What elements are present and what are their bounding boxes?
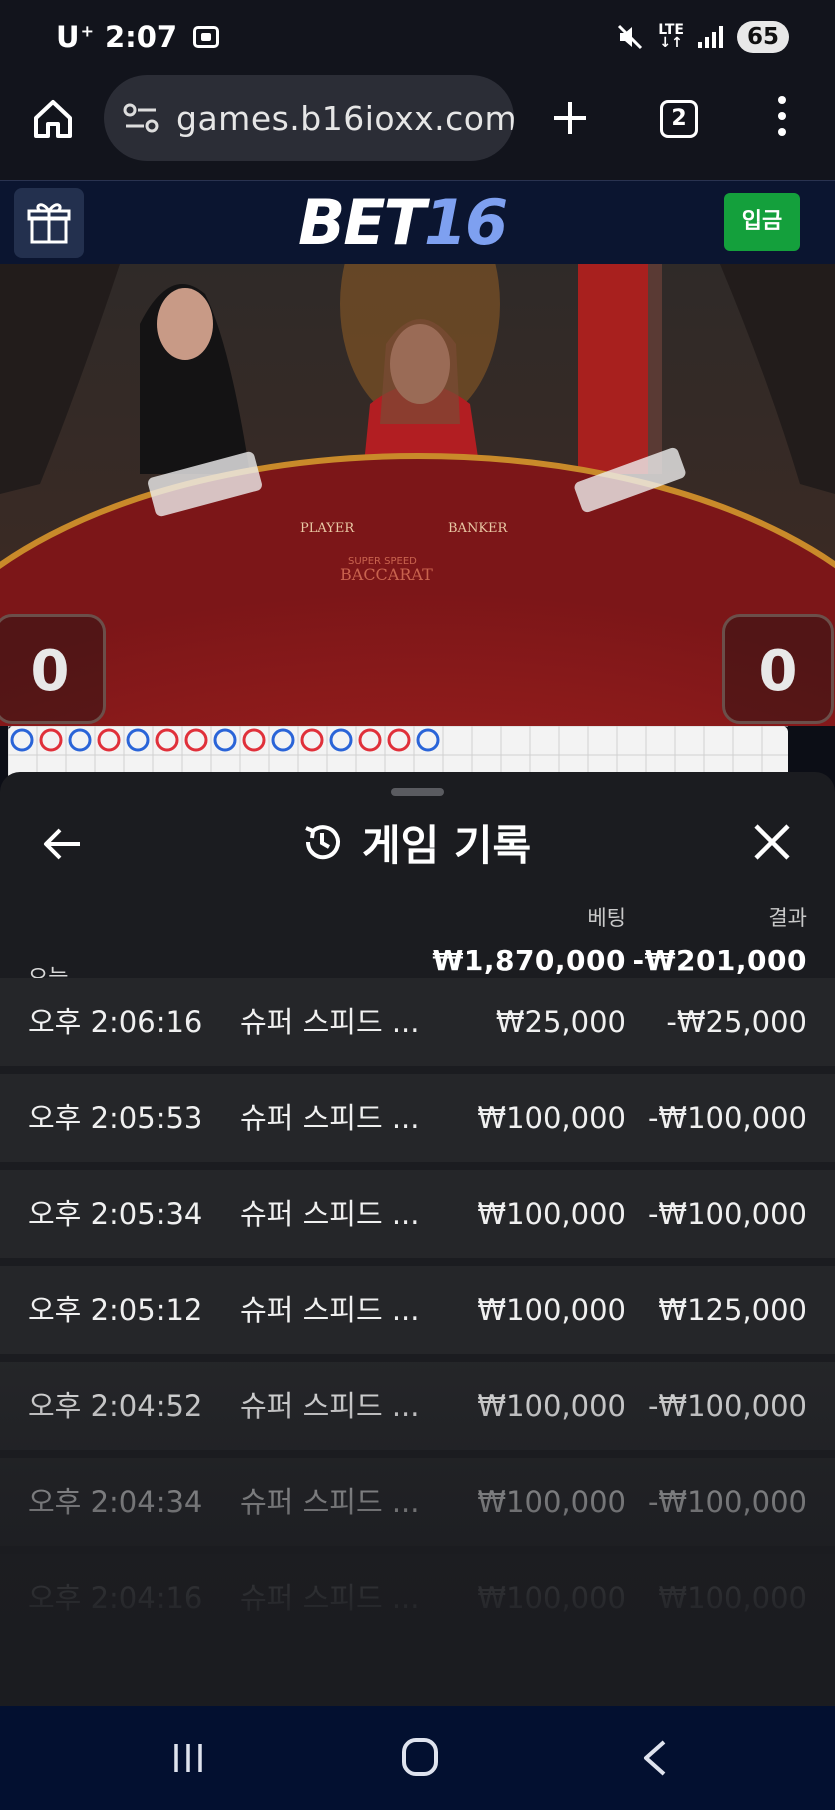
row-game: 슈퍼 스피드 ... xyxy=(240,1005,420,1039)
bead-road-marker xyxy=(184,728,208,752)
gift-icon xyxy=(27,203,71,244)
tab-switcher-button[interactable]: 2 xyxy=(660,100,698,138)
total-result: -₩201,000 xyxy=(632,944,807,977)
history-row[interactable]: 오후 2:05:34 슈퍼 스피드 ... ₩100,000 -₩100,000 xyxy=(0,1170,835,1258)
live-dealer-video[interactable]: PLAYER BANKER SUPER SPEED BACCARAT 0 0 xyxy=(0,264,835,726)
bead-road-marker xyxy=(242,728,266,752)
row-bet: ₩100,000 xyxy=(477,1197,626,1231)
row-bet: ₩25,000 xyxy=(495,1005,626,1039)
row-bet: ₩100,000 xyxy=(477,1389,626,1423)
row-result: -₩100,000 xyxy=(647,1485,807,1519)
bead-road-marker xyxy=(68,728,92,752)
row-game: 슈퍼 스피드 ... xyxy=(240,1293,420,1327)
new-tab-icon[interactable] xyxy=(550,98,590,138)
bead-road-marker xyxy=(271,728,295,752)
row-result: ₩100,000 xyxy=(658,1581,807,1615)
close-icon[interactable] xyxy=(752,822,792,862)
bead-road-marker xyxy=(300,728,324,752)
battery-indicator: 65 xyxy=(736,21,789,53)
site-header: BET16 입금 xyxy=(0,180,835,264)
home-icon[interactable] xyxy=(30,96,76,142)
row-time: 오후 2:04:16 xyxy=(28,1581,203,1615)
gift-button[interactable] xyxy=(14,188,84,258)
site-settings-icon[interactable] xyxy=(122,102,160,134)
row-time: 오후 2:05:12 xyxy=(28,1293,203,1327)
row-game: 슈퍼 스피드 ... xyxy=(240,1485,420,1519)
table-label-player: PLAYER xyxy=(300,521,355,536)
back-nav-icon[interactable] xyxy=(640,1738,670,1778)
history-row[interactable]: 오후 2:04:16 슈퍼 스피드 ... ₩100,000 ₩100,000 xyxy=(0,1554,835,1642)
status-time: 2:07 xyxy=(104,20,178,54)
history-icon xyxy=(305,825,340,860)
browser-toolbar: games.b16ioxx.com/ 2 xyxy=(0,74,835,180)
row-result: ₩125,000 xyxy=(658,1293,807,1327)
bead-road-marker xyxy=(126,728,150,752)
banker-score: 0 xyxy=(722,614,834,724)
bet16-logo[interactable]: BET16 xyxy=(298,189,508,257)
lte-icon: LTE ↓↑ xyxy=(658,22,684,51)
history-row[interactable]: 오후 2:04:52 슈퍼 스피드 ... ₩100,000 -₩100,000 xyxy=(0,1362,835,1450)
row-game: 슈퍼 스피드 ... xyxy=(240,1581,420,1615)
table-label-banker: BANKER xyxy=(448,521,509,536)
total-bet: ₩1,870,000 xyxy=(432,944,626,977)
row-result: -₩25,000 xyxy=(666,1005,807,1039)
bead-road-marker xyxy=(10,728,34,752)
history-summary: 베팅 결과 오늘 ₩1,870,000 -₩201,000 xyxy=(0,892,835,991)
row-time: 오후 2:06:16 xyxy=(28,1005,203,1039)
row-bet: ₩100,000 xyxy=(477,1581,626,1615)
row-game: 슈퍼 스피드 ... xyxy=(240,1389,420,1423)
bead-road-marker xyxy=(416,728,440,752)
bead-road-marker xyxy=(213,728,237,752)
row-game: 슈퍼 스피드 ... xyxy=(240,1101,420,1135)
home-nav-icon[interactable] xyxy=(402,1738,438,1776)
column-header-result: 결과 xyxy=(768,906,807,930)
player-score: 0 xyxy=(0,614,106,724)
bead-road-marker xyxy=(358,728,382,752)
table-label-baccarat: BACCARAT xyxy=(340,565,433,584)
sheet-title: 게임 기록 xyxy=(362,820,532,870)
row-bet: ₩100,000 xyxy=(477,1101,626,1135)
bead-road-marker xyxy=(97,728,121,752)
row-time: 오후 2:05:34 xyxy=(28,1197,203,1231)
history-list: 오후 2:06:16 슈퍼 스피드 ... ₩25,000 -₩25,000 오… xyxy=(0,978,835,1650)
recent-apps-icon[interactable] xyxy=(170,1742,206,1774)
row-bet: ₩100,000 xyxy=(477,1485,626,1519)
column-header-bet: 베팅 xyxy=(587,906,626,930)
row-time: 오후 2:04:34 xyxy=(28,1485,203,1519)
signal-icon xyxy=(697,26,723,48)
row-bet: ₩100,000 xyxy=(477,1293,626,1327)
row-result: -₩100,000 xyxy=(647,1101,807,1135)
history-row[interactable]: 오후 2:06:16 슈퍼 스피드 ... ₩25,000 -₩25,000 xyxy=(0,978,835,1066)
address-bar[interactable]: games.b16ioxx.com/ xyxy=(104,75,514,161)
screenshot-icon xyxy=(193,26,220,48)
back-arrow-icon[interactable] xyxy=(40,824,84,864)
deposit-button[interactable]: 입금 xyxy=(724,193,800,251)
carrier-label: U+ xyxy=(56,20,95,54)
history-row[interactable]: 오후 2:05:12 슈퍼 스피드 ... ₩100,000 ₩125,000 xyxy=(0,1266,835,1354)
row-game: 슈퍼 스피드 ... xyxy=(240,1197,420,1231)
status-bar: U+ 2:07 LTE ↓↑ 65 xyxy=(0,0,835,74)
bead-road-marker xyxy=(387,728,411,752)
row-time: 오후 2:05:53 xyxy=(28,1101,203,1135)
bead-road-marker xyxy=(155,728,179,752)
sheet-header: 게임 기록 xyxy=(300,812,531,872)
bead-road-marker xyxy=(329,728,353,752)
video-frame: PLAYER BANKER SUPER SPEED BACCARAT xyxy=(0,264,835,726)
row-result: -₩100,000 xyxy=(647,1389,807,1423)
mute-icon xyxy=(618,24,643,50)
row-result: -₩100,000 xyxy=(647,1197,807,1231)
url-text: games.b16ioxx.com/ xyxy=(176,98,514,138)
sheet-drag-handle[interactable] xyxy=(391,788,444,796)
more-menu-icon[interactable] xyxy=(774,96,790,142)
bead-road-marker xyxy=(39,728,63,752)
row-time: 오후 2:04:52 xyxy=(28,1389,203,1423)
game-history-sheet: 게임 기록 베팅 결과 오늘 ₩1,870,000 -₩201,000 오후 2… xyxy=(0,772,835,1706)
history-row[interactable]: 오후 2:04:34 슈퍼 스피드 ... ₩100,000 -₩100,000 xyxy=(0,1458,835,1546)
history-row[interactable]: 오후 2:05:53 슈퍼 스피드 ... ₩100,000 -₩100,000 xyxy=(0,1074,835,1162)
system-nav-bar xyxy=(0,1706,835,1810)
